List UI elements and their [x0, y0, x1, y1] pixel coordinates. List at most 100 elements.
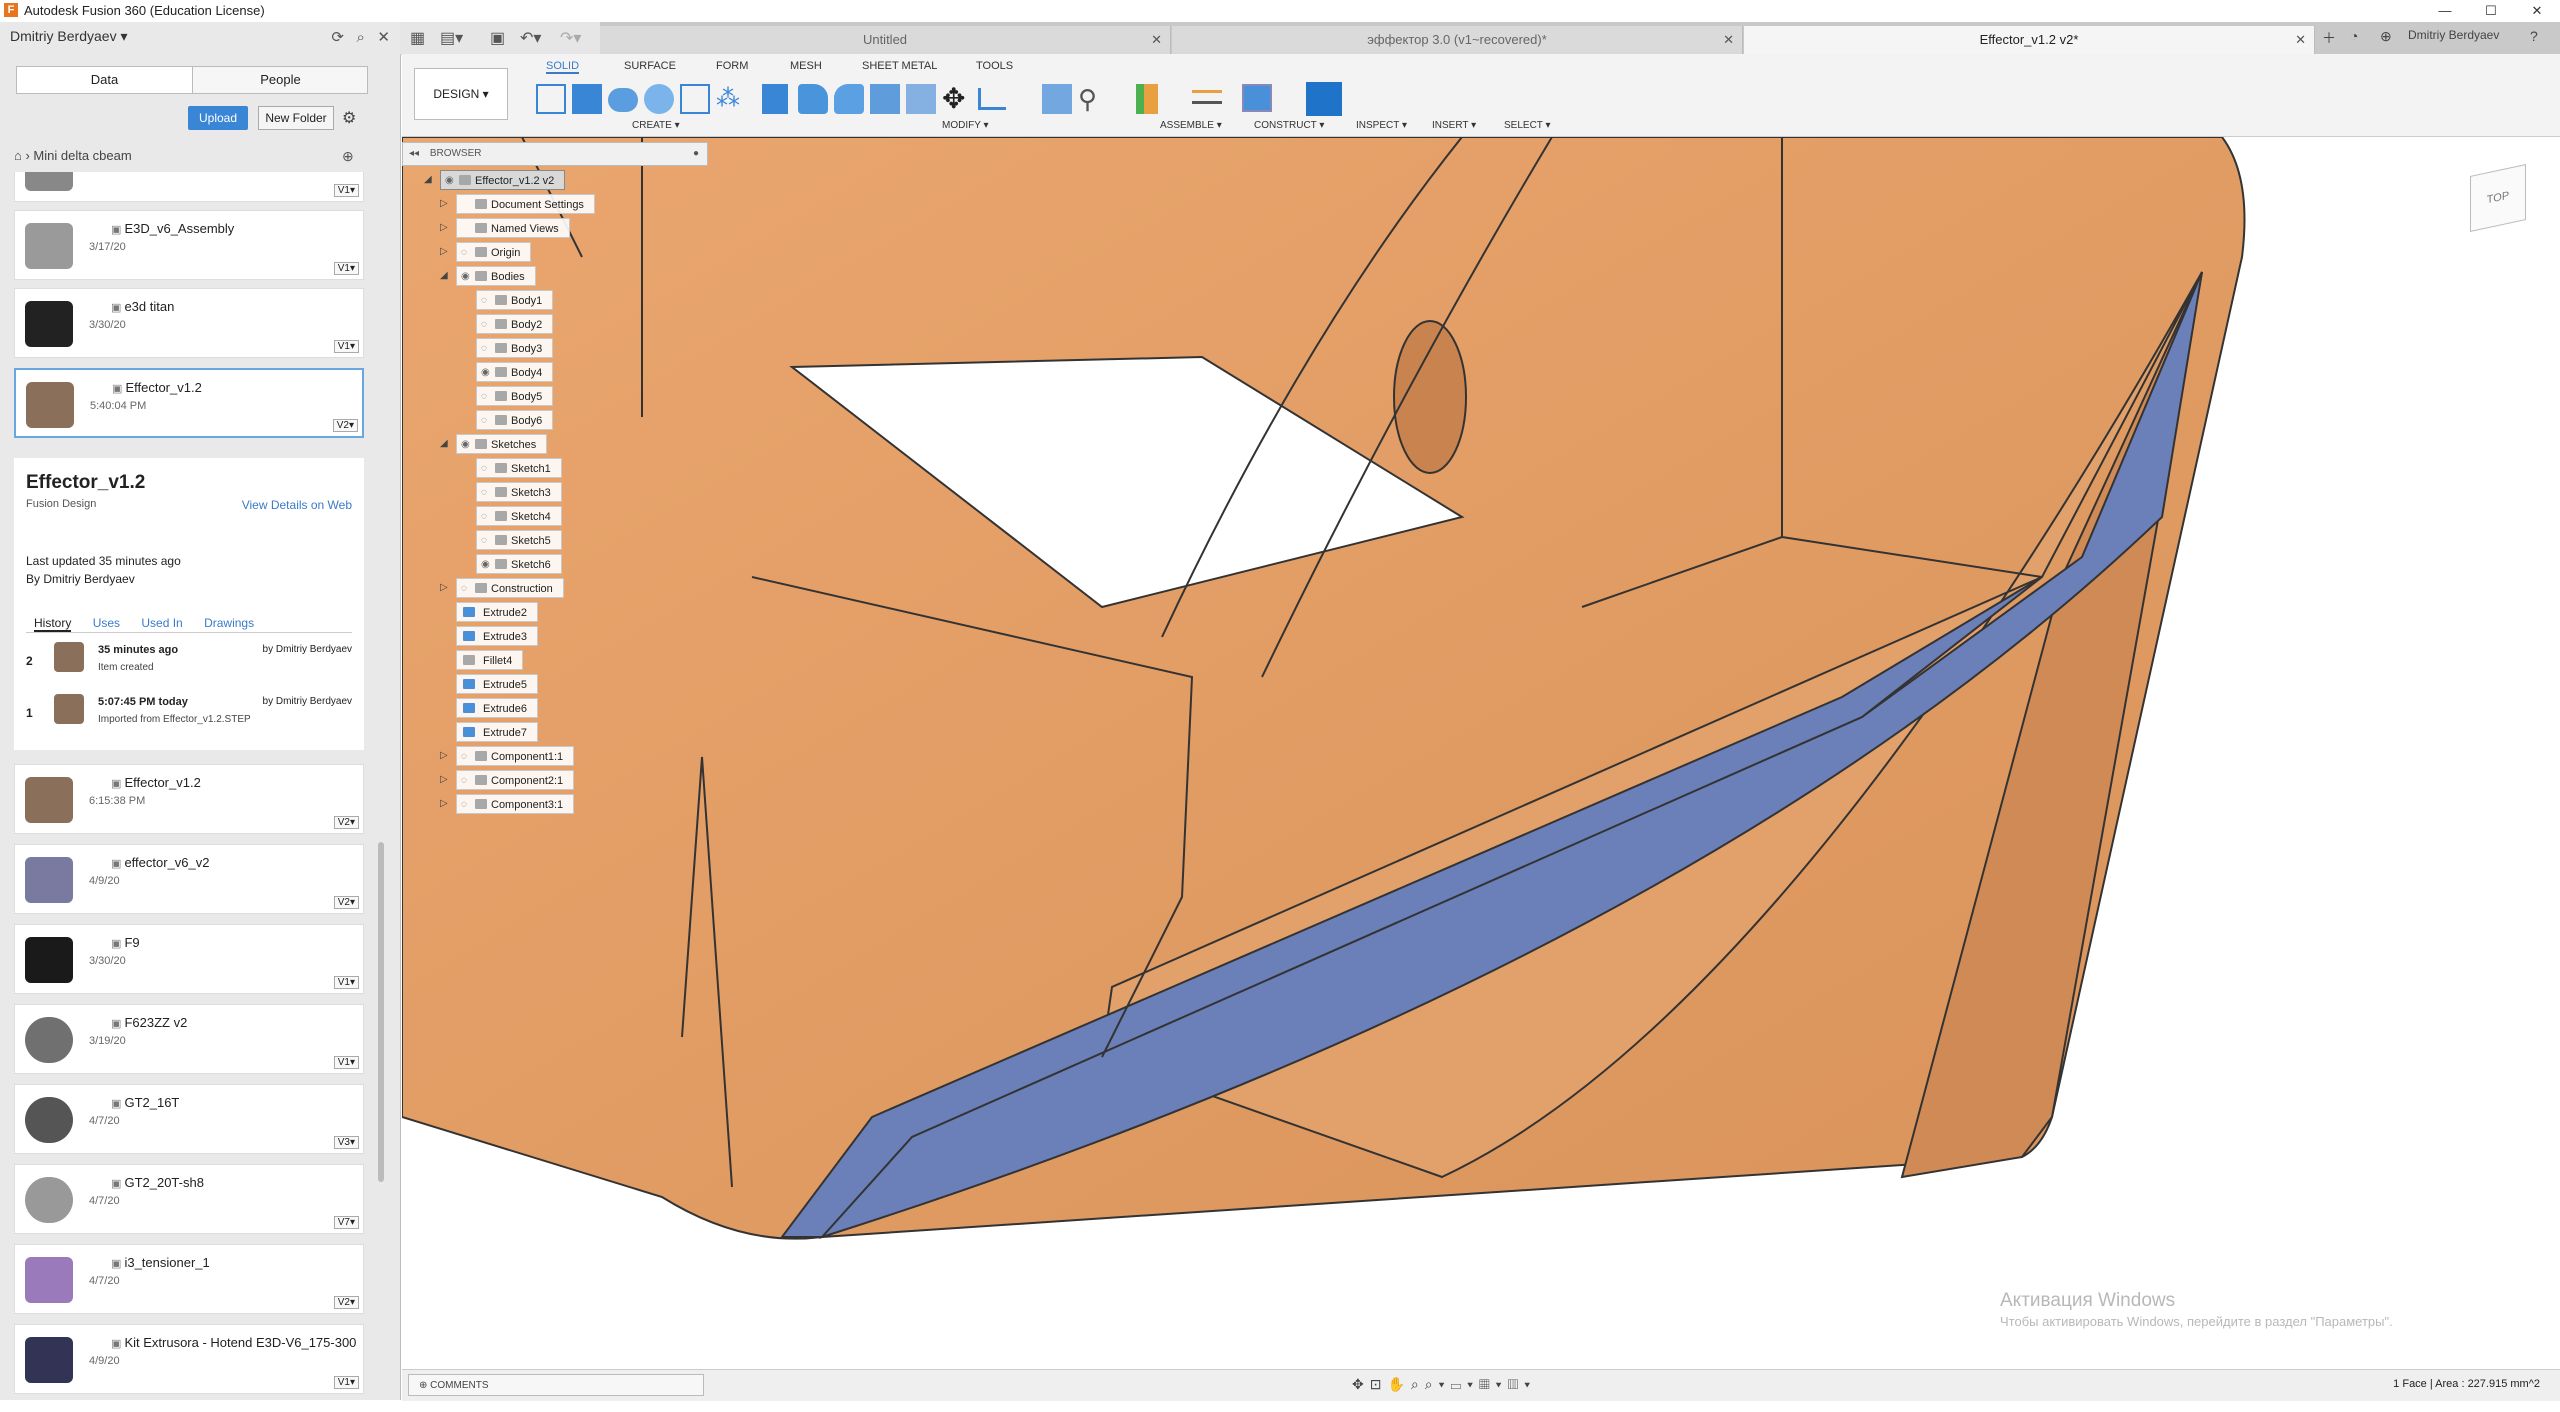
collapse-icon[interactable]: ◂◂: [409, 148, 419, 159]
tree-node-body[interactable]: ◌ Body5: [476, 386, 554, 406]
offset-plane-icon[interactable]: [1136, 84, 1158, 114]
close-tab-icon[interactable]: ✕: [1723, 26, 1734, 54]
insert-menu[interactable]: INSERT ▾: [1432, 120, 1476, 131]
extensions-icon[interactable]: ⊕: [2380, 28, 2392, 45]
tree-node-named-views[interactable]: Named Views: [456, 218, 570, 238]
tree-node-sketch[interactable]: ◌ Sketch1: [476, 458, 562, 478]
tab-history[interactable]: History: [34, 616, 72, 632]
grid-settings-icon[interactable]: ▦▾: [1479, 1376, 1508, 1392]
tab-tools[interactable]: TOOLS: [976, 60, 1013, 72]
tree-node-component[interactable]: ◌ Component1:1: [456, 746, 575, 766]
version-badge[interactable]: V1▾: [333, 184, 359, 197]
minimize-button[interactable]: —: [2422, 0, 2468, 22]
version-badge[interactable]: V2▾: [332, 419, 358, 432]
tab-drawings[interactable]: Drawings: [204, 616, 254, 630]
list-item[interactable]: F623ZZ v2 3/19/20 V1▾: [14, 1004, 364, 1074]
inspect-menu[interactable]: INSPECT ▾: [1356, 120, 1407, 131]
list-item[interactable]: e3d titan 3/30/20 V1▾: [14, 288, 364, 358]
version-badge[interactable]: V1▾: [333, 262, 359, 275]
canvas-viewport[interactable]: TOP Активация Windows Чтобы активировать…: [402, 137, 2560, 1369]
tree-node-root[interactable]: ◉ Effector_v1.2 v2: [440, 170, 566, 190]
tree-node-component[interactable]: ◌ Component2:1: [456, 770, 575, 790]
list-item[interactable]: Effector_v1.2 6:15:38 PM V2▾: [14, 764, 364, 834]
tree-node-body[interactable]: ◌ Body3: [476, 338, 554, 358]
comments-panel[interactable]: ⊕ COMMENTS: [408, 1374, 704, 1396]
tree-node-component[interactable]: ◌ Component3:1: [456, 794, 575, 814]
version-badge[interactable]: V1▾: [333, 976, 359, 989]
measure-icon[interactable]: [1192, 90, 1222, 104]
expand-caret[interactable]: ▷: [440, 222, 448, 233]
sketch-icon[interactable]: [536, 84, 566, 114]
rectangular-pattern-icon[interactable]: [680, 84, 710, 114]
expand-caret[interactable]: ▷: [440, 246, 448, 257]
expand-caret[interactable]: ▷: [440, 198, 448, 209]
version-badge[interactable]: V1▾: [333, 1376, 359, 1389]
combine-icon[interactable]: [906, 84, 936, 114]
press-pull-icon[interactable]: [762, 84, 788, 114]
expand-caret[interactable]: ◢: [440, 438, 448, 449]
tree-node-feature[interactable]: Extrude3: [456, 626, 539, 646]
workspace-switcher[interactable]: DESIGN ▾: [414, 68, 508, 120]
list-item[interactable]: Kit Extrusora - Hotend E3D-V6_175-300 4/…: [14, 1324, 364, 1394]
help-icon[interactable]: ?: [2530, 28, 2538, 44]
pattern-icon[interactable]: ⁂: [716, 84, 740, 113]
list-item[interactable]: V1▾: [14, 172, 364, 202]
tree-node-sketch[interactable]: ◌ Sketch5: [476, 530, 562, 550]
tab-effector-3[interactable]: эффектор 3.0 (v1~recovered)* ✕: [1172, 26, 1743, 54]
tab-people[interactable]: People: [192, 67, 368, 93]
search-icon[interactable]: ⌕: [357, 29, 365, 46]
list-item[interactable]: GT2_20T-sh8 4/7/20 V7▾: [14, 1164, 364, 1234]
list-item-selected[interactable]: Effector_v1.2 5:40:04 PM V2▾: [14, 368, 364, 438]
globe-icon[interactable]: ⊕: [342, 148, 354, 165]
tree-node-feature[interactable]: Fillet4: [456, 650, 524, 670]
breadcrumb[interactable]: ⌂ › Mini delta cbeam: [14, 148, 132, 163]
viewports-icon[interactable]: ▥▾: [1508, 1376, 1537, 1392]
account-user[interactable]: Dmitriy Berdyaev: [2408, 28, 2499, 42]
tab-solid[interactable]: SOLID: [546, 60, 580, 74]
expand-caret[interactable]: ▷: [440, 774, 448, 785]
tree-node-document-settings[interactable]: Document Settings: [456, 194, 595, 214]
list-item[interactable]: E3D_v6_Assembly 3/17/20 V1▾: [14, 210, 364, 280]
close-window-button[interactable]: ✕: [2514, 0, 2560, 22]
tree-node-feature[interactable]: Extrude2: [456, 602, 539, 622]
zoom-icon[interactable]: ⌕▾: [1425, 1376, 1451, 1392]
tree-node-feature[interactable]: Extrude5: [456, 674, 539, 694]
job-status-icon[interactable]: ◔: [2350, 28, 2358, 44]
history-row[interactable]: 2 35 minutes ago by Dmitriy Berdyaev Ite…: [26, 642, 352, 682]
look-at-icon[interactable]: ⊡: [1370, 1376, 1388, 1392]
pan-icon[interactable]: ✋: [1387, 1376, 1410, 1392]
joint-icon[interactable]: ⚲: [1078, 84, 1097, 115]
version-badge[interactable]: V2▾: [333, 1296, 359, 1309]
select-menu[interactable]: SELECT ▾: [1504, 120, 1551, 131]
extrude-icon[interactable]: [572, 84, 602, 114]
shell-icon[interactable]: [870, 84, 900, 114]
tree-node-sketch[interactable]: ◌ Sketch3: [476, 482, 562, 502]
revolve-icon[interactable]: [608, 88, 638, 112]
version-badge[interactable]: V2▾: [333, 896, 359, 909]
tab-form[interactable]: FORM: [716, 60, 748, 72]
tree-node-body[interactable]: ◌ Body6: [476, 410, 554, 430]
create-menu[interactable]: CREATE ▾: [632, 120, 680, 131]
chamfer-icon[interactable]: [834, 84, 864, 114]
tab-surface[interactable]: SURFACE: [624, 60, 676, 72]
tree-node-feature[interactable]: Extrude7: [456, 722, 539, 742]
expand-caret[interactable]: ▷: [440, 582, 448, 593]
gear-icon[interactable]: ⚙: [342, 108, 356, 128]
tree-node-bodies[interactable]: ◉ Bodies: [456, 266, 536, 286]
maximize-button[interactable]: ☐: [2468, 0, 2514, 22]
tab-untitled[interactable]: Untitled ✕: [600, 26, 1171, 54]
assemble-menu[interactable]: ASSEMBLE ▾: [1160, 120, 1222, 131]
zoom-window-icon[interactable]: ⌕: [1411, 1376, 1425, 1392]
pin-icon[interactable]: ●: [693, 143, 699, 165]
model-render[interactable]: [402, 137, 2560, 1369]
expand-caret[interactable]: ▷: [440, 750, 448, 761]
tab-uses[interactable]: Uses: [93, 616, 120, 630]
new-folder-button[interactable]: New Folder: [258, 106, 334, 130]
browser-panel-header[interactable]: ◂◂ BROWSER ●: [402, 142, 708, 166]
version-badge[interactable]: V2▾: [333, 816, 359, 829]
list-item[interactable]: i3_tensioner_1 4/7/20 V2▾: [14, 1244, 364, 1314]
list-item[interactable]: GT2_16T 4/7/20 V3▾: [14, 1084, 364, 1154]
tree-node-body[interactable]: ◌ Body1: [476, 290, 554, 310]
version-badge[interactable]: V7▾: [333, 1216, 359, 1229]
tab-mesh[interactable]: MESH: [790, 60, 822, 72]
